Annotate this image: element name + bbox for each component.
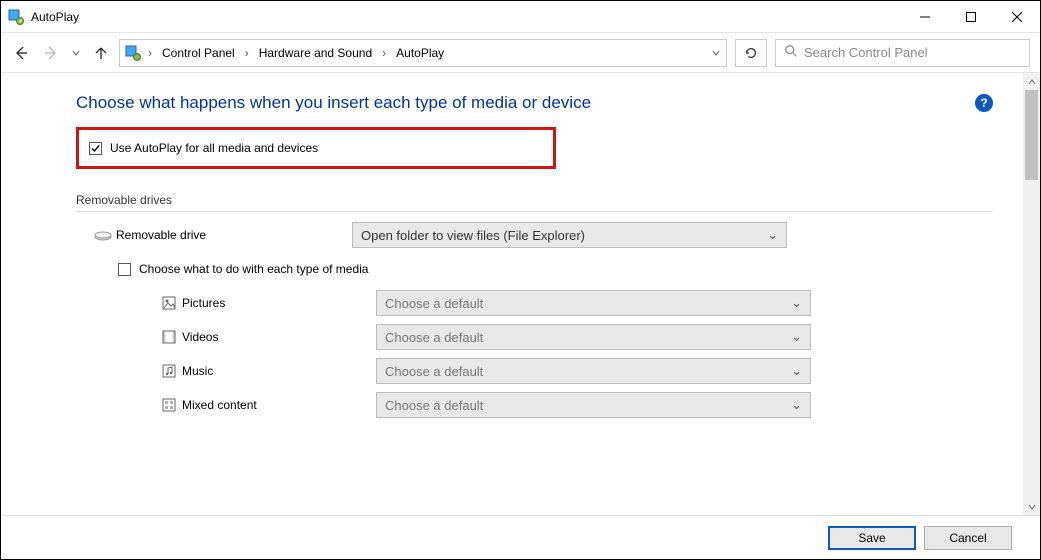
breadcrumb-bar[interactable]: › Control Panel › Hardware and Sound › A… xyxy=(119,39,727,67)
scroll-thumb[interactable] xyxy=(1025,90,1038,180)
nav-forward-button[interactable] xyxy=(41,43,61,63)
save-button[interactable]: Save xyxy=(828,526,916,550)
footer-bar: Save Cancel xyxy=(1,515,1040,559)
row-videos: Videos Choose a default ⌄ xyxy=(76,324,993,350)
removable-drive-label: Removable drive xyxy=(116,228,352,242)
search-box[interactable] xyxy=(775,39,1030,67)
section-rule xyxy=(76,211,993,212)
music-label: Music xyxy=(182,364,376,378)
page-title: Choose what happens when you insert each… xyxy=(76,93,591,113)
mixed-content-icon xyxy=(156,397,182,413)
choose-type-label: Choose what to do with each type of medi… xyxy=(139,262,368,276)
refresh-button[interactable] xyxy=(735,39,767,67)
row-music: Music Choose a default ⌄ xyxy=(76,358,993,384)
row-choose-type: Choose what to do with each type of medi… xyxy=(76,262,993,276)
close-button[interactable] xyxy=(994,2,1040,32)
breadcrumb-item-hardware-and-sound[interactable]: Hardware and Sound xyxy=(255,46,376,60)
row-removable-drive: Removable drive Open folder to view file… xyxy=(76,222,993,248)
cancel-button[interactable]: Cancel xyxy=(924,526,1012,550)
chevron-down-icon: ⌄ xyxy=(791,329,802,345)
choose-type-checkbox[interactable] xyxy=(118,263,131,276)
minimize-button[interactable] xyxy=(902,2,948,32)
scroll-up-button[interactable] xyxy=(1023,73,1040,90)
search-input[interactable] xyxy=(804,45,1021,60)
window-titlebar: AutoPlay xyxy=(1,1,1040,33)
address-dropdown-icon[interactable] xyxy=(706,49,726,57)
use-autoplay-highlight: Use AutoPlay for all media and devices xyxy=(76,127,556,169)
row-mixed-content: Mixed content Choose a default ⌄ xyxy=(76,392,993,418)
videos-select[interactable]: Choose a default ⌄ xyxy=(376,324,811,350)
breadcrumb-item-autoplay[interactable]: AutoPlay xyxy=(392,46,448,60)
chevron-down-icon: ⌄ xyxy=(791,363,802,379)
address-toolbar: › Control Panel › Hardware and Sound › A… xyxy=(1,33,1040,73)
removable-drive-icon xyxy=(90,229,116,241)
breadcrumb-item-control-panel[interactable]: Control Panel xyxy=(158,46,239,60)
section-header-removable: Removable drives xyxy=(76,193,993,207)
nav-up-button[interactable] xyxy=(91,43,111,63)
help-button[interactable]: ? xyxy=(975,94,993,112)
nav-back-button[interactable] xyxy=(11,43,31,63)
videos-icon xyxy=(156,329,182,345)
chevron-down-icon: ⌄ xyxy=(791,397,802,413)
window-title: AutoPlay xyxy=(31,10,79,24)
mixed-content-label: Mixed content xyxy=(182,398,376,412)
search-icon xyxy=(784,44,798,61)
chevron-right-icon: › xyxy=(146,46,154,60)
mixed-content-select[interactable]: Choose a default ⌄ xyxy=(376,392,811,418)
pictures-label: Pictures xyxy=(182,296,376,310)
autoplay-path-icon xyxy=(124,44,142,62)
scroll-down-button[interactable] xyxy=(1023,498,1040,515)
use-autoplay-label: Use AutoPlay for all media and devices xyxy=(110,141,318,155)
maximize-button[interactable] xyxy=(948,2,994,32)
pictures-select[interactable]: Choose a default ⌄ xyxy=(376,290,811,316)
autoplay-window-icon xyxy=(7,8,25,26)
music-select[interactable]: Choose a default ⌄ xyxy=(376,358,811,384)
music-icon xyxy=(156,363,182,379)
use-autoplay-checkbox[interactable] xyxy=(89,142,102,155)
chevron-down-icon: ⌄ xyxy=(767,227,778,243)
vertical-scrollbar[interactable] xyxy=(1023,73,1040,515)
row-pictures: Pictures Choose a default ⌄ xyxy=(76,290,993,316)
removable-drive-select[interactable]: Open folder to view files (File Explorer… xyxy=(352,222,787,248)
chevron-right-icon: › xyxy=(380,46,388,60)
videos-label: Videos xyxy=(182,330,376,344)
chevron-right-icon: › xyxy=(243,46,251,60)
pictures-icon xyxy=(156,295,182,311)
main-content: Choose what happens when you insert each… xyxy=(1,73,1023,515)
chevron-down-icon: ⌄ xyxy=(791,295,802,311)
nav-history-dropdown[interactable] xyxy=(71,43,81,63)
